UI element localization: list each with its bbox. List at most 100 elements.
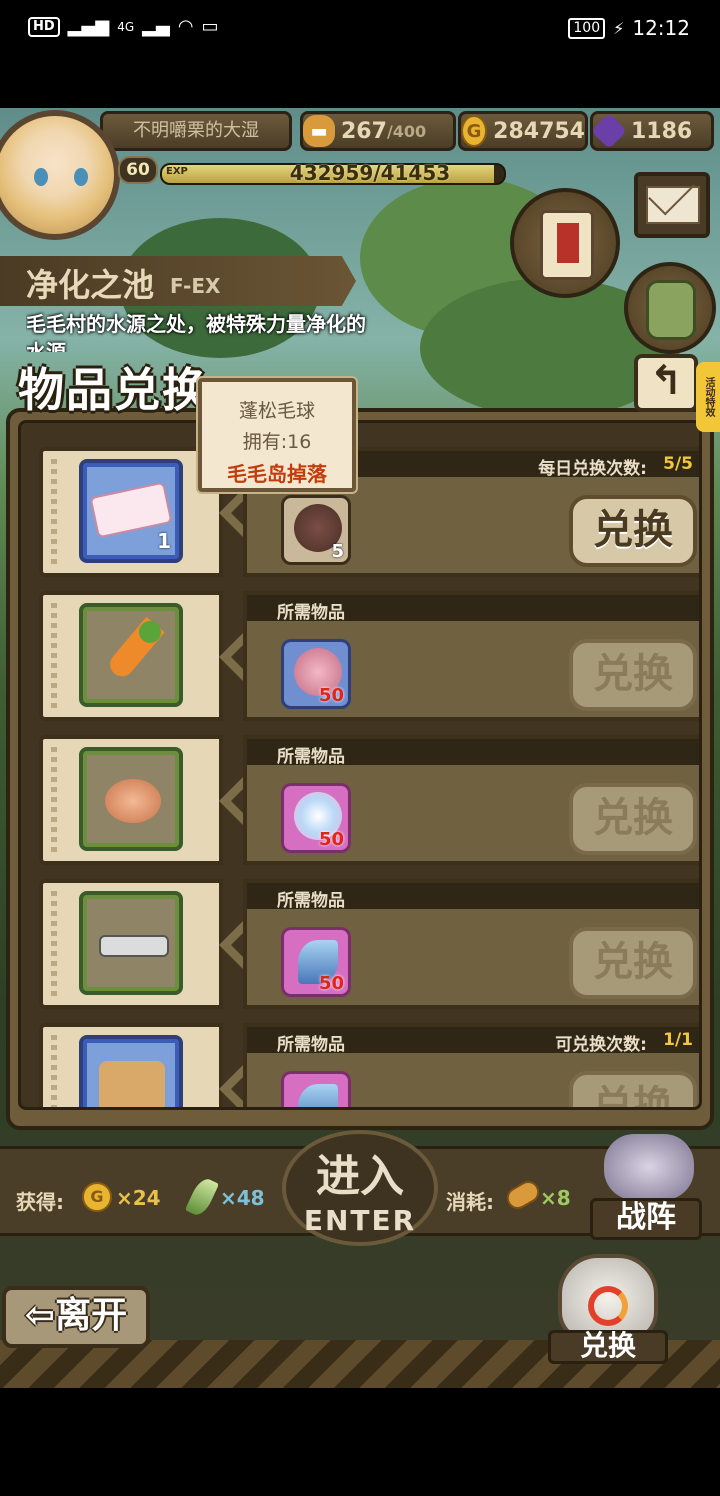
required-item-slot[interactable]: 50: [281, 927, 351, 997]
count-value: 5/5: [663, 454, 693, 474]
gem-value: 1186: [631, 118, 693, 144]
item-tooltip: 蓬松毛球 拥有:16 毛毛岛掉落: [198, 378, 356, 492]
bread-icon: ▬: [303, 115, 335, 147]
count-value: 1/1: [663, 1030, 693, 1050]
reward-slot[interactable]: [79, 1035, 183, 1107]
carrot-leaf: [139, 621, 161, 643]
lineup-characters-icon: [604, 1134, 694, 1200]
exchange-panel: 1 每日兑换次数: 5/5 5 兑换 所需物品 50 兑换 所需物品 50 兑换…: [6, 408, 714, 1130]
card-stripe: [51, 459, 57, 567]
status-left: HD ▂▄▆ 4G ▂▄ ◠ ▭: [28, 16, 219, 37]
player-name-plate: 不明嚼栗的大湿: [100, 111, 292, 151]
card-stripe: [51, 1035, 57, 1107]
lineup-button[interactable]: 战阵: [590, 1198, 702, 1240]
battery-icon: 100: [568, 17, 606, 39]
exchange-row: 所需物品 50 兑换: [39, 591, 699, 723]
count-label: 可兑换次数:: [555, 1035, 647, 1055]
required-item-slot[interactable]: 50: [281, 639, 351, 709]
stage-name: 净化之池: [26, 266, 155, 304]
exchange-button[interactable]: 兑换: [569, 927, 697, 999]
panel-title: 物品兑换: [18, 363, 210, 417]
blue-feather-icon: [298, 1084, 338, 1107]
tooltip-source: 毛毛岛掉落: [227, 462, 327, 486]
leave-button[interactable]: ⇦离开: [2, 1286, 150, 1348]
fox-tail-icon: [105, 779, 161, 823]
gain-label: 获得:: [16, 1190, 64, 1214]
exchange-row: 所需物品 50 兑换: [39, 879, 699, 1011]
mail-button[interactable]: [634, 172, 710, 238]
exchange-list[interactable]: 1 每日兑换次数: 5/5 5 兑换 所需物品 50 兑换 所需物品 50 兑换…: [18, 420, 702, 1110]
stamina-counter[interactable]: ▬ 267 /400: [300, 111, 456, 151]
gem-counter[interactable]: 1186: [590, 111, 714, 151]
card-stripe: [51, 747, 57, 855]
exchange-row: 1 每日兑换次数: 5/5 5 兑换: [39, 447, 699, 579]
stage-code: F-EX: [170, 274, 221, 298]
status-bar: HD ▂▄▆ 4G ▂▄ ◠ ▭ 100 ⚡ 12:12: [0, 0, 720, 58]
requirement-label: 所需物品: [277, 1035, 345, 1055]
gain-gold: ×24: [116, 1186, 161, 1210]
enter-stage-button[interactable]: 进入 ENTER: [282, 1130, 438, 1246]
required-quantity: 50: [318, 973, 344, 994]
reward-slot[interactable]: [79, 891, 183, 995]
network-type: 4G: [117, 19, 135, 34]
reward-quantity: 1: [157, 529, 171, 553]
required-item-slot[interactable]: [281, 1071, 351, 1107]
stage-description: 毛毛村的水源之处，被特殊力量净化的水源: [26, 312, 366, 352]
requirement-label: 所需物品: [277, 891, 345, 911]
cast-icon: ▭: [201, 16, 219, 37]
exchange-button[interactable]: 兑换: [569, 1071, 697, 1107]
exchange-button[interactable]: 兑换: [569, 783, 697, 855]
card-stripe: [51, 603, 57, 711]
gem-icon: [590, 112, 628, 150]
quest-scroll-button[interactable]: [510, 188, 620, 298]
exchange-row: 所需物品 可兑换次数: 1/1 兑换: [39, 1023, 699, 1107]
clock: 12:12: [632, 16, 690, 40]
required-item-slot[interactable]: 50: [281, 783, 351, 853]
requirement-label: 所需物品: [277, 603, 345, 623]
avatar-eye: [34, 168, 48, 186]
event-side-tab[interactable]: 活动特效: [696, 362, 720, 432]
enter-label-cn: 进入: [316, 1151, 404, 1202]
gold-coin-icon: G: [461, 115, 488, 147]
required-item-slot[interactable]: 5: [281, 495, 351, 565]
scroll-ribbon: [557, 223, 579, 263]
required-quantity: 5: [331, 541, 344, 562]
backpack-icon: [646, 280, 696, 340]
level-badge: 60: [118, 156, 158, 184]
signal-icon: ▂▄▆: [67, 16, 110, 37]
avatar-eye: [74, 168, 88, 186]
backpack-button[interactable]: [624, 262, 716, 354]
wifi-icon: ◠: [177, 16, 194, 37]
mail-icon: [646, 186, 700, 224]
required-quantity: 50: [318, 829, 344, 850]
requirement-label: 所需物品: [277, 747, 345, 767]
exp-text: 432959/41453: [289, 161, 451, 185]
exchange-cycle-icon: [588, 1286, 628, 1326]
exchange-button[interactable]: 兑换: [569, 639, 697, 711]
reward-slot[interactable]: [79, 747, 183, 851]
reward-slot[interactable]: 1: [79, 459, 183, 563]
gold-value: 284754: [493, 118, 585, 144]
exchange-shop-button[interactable]: 兑换: [548, 1254, 668, 1366]
cost-label: 消耗:: [446, 1190, 494, 1214]
exp-label: EXP: [166, 166, 188, 177]
enter-label-en: ENTER: [303, 1204, 417, 1237]
gain-feather: ×48: [220, 1186, 265, 1210]
card-stripe: [51, 891, 57, 999]
tooltip-owned: 拥有:16: [242, 431, 312, 453]
count-label: 每日兑换次数:: [538, 459, 647, 479]
signal-icon-2: ▂▄: [142, 16, 170, 37]
exchange-shop-label: 兑换: [548, 1330, 668, 1364]
gold-counter[interactable]: G 284754: [458, 111, 588, 151]
scroll-icon: [540, 210, 594, 280]
charging-icon: ⚡: [613, 18, 625, 38]
tooltip-item-name: 蓬松毛球: [238, 400, 315, 422]
gold-coin-icon: G: [82, 1182, 112, 1212]
back-button[interactable]: ↰: [634, 354, 698, 412]
cat-ear-headband-icon: [99, 935, 169, 957]
player-name: 不明嚼栗的大湿: [133, 120, 259, 141]
reward-slot[interactable]: [79, 603, 183, 707]
stamina-value: 267: [341, 118, 387, 144]
exchange-button[interactable]: 兑换: [569, 495, 697, 567]
required-quantity: 50: [318, 685, 344, 706]
